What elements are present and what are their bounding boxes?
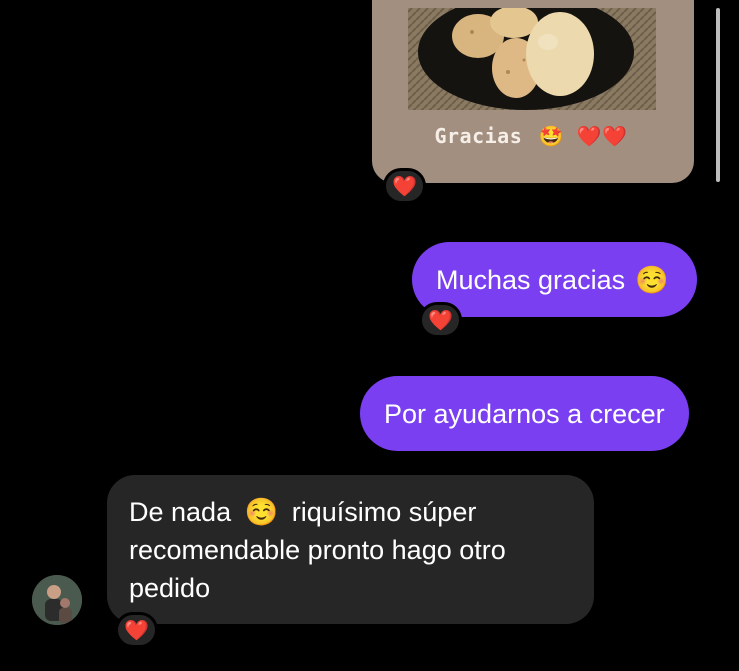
message-text: Muchas gracias xyxy=(436,264,626,295)
avatar-photo xyxy=(32,575,82,625)
smiling-face-emoji: ☺️ xyxy=(244,497,279,527)
story-reply-card[interactable]: Gracias 🤩 ❤️❤️ xyxy=(372,0,694,183)
scrollbar[interactable] xyxy=(716,8,720,182)
heart-reaction[interactable]: ❤️ xyxy=(115,612,158,648)
message-text: Por ayudarnos a crecer xyxy=(384,398,665,429)
avatar[interactable] xyxy=(32,575,82,625)
received-message[interactable]: De nada ☺️ riquísimo súper recomendable … xyxy=(107,475,594,624)
heart-icon: ❤️ xyxy=(392,175,417,198)
heart-reaction[interactable]: ❤️ xyxy=(419,302,462,338)
bread-basket-image xyxy=(408,8,656,110)
smiling-face-emoji: ☺️ xyxy=(635,264,669,295)
message-text: De nada xyxy=(129,497,232,527)
story-caption: Gracias 🤩 ❤️❤️ xyxy=(372,124,694,148)
heart-icon: ❤️ xyxy=(428,309,453,332)
story-caption-emojis: 🤩 ❤️❤️ xyxy=(538,124,628,148)
heart-reaction[interactable]: ❤️ xyxy=(383,168,426,204)
sent-message[interactable]: Por ayudarnos a crecer xyxy=(360,376,689,451)
story-caption-text: Gracias xyxy=(434,124,523,148)
story-photo[interactable] xyxy=(408,8,656,110)
heart-icon: ❤️ xyxy=(124,619,149,642)
